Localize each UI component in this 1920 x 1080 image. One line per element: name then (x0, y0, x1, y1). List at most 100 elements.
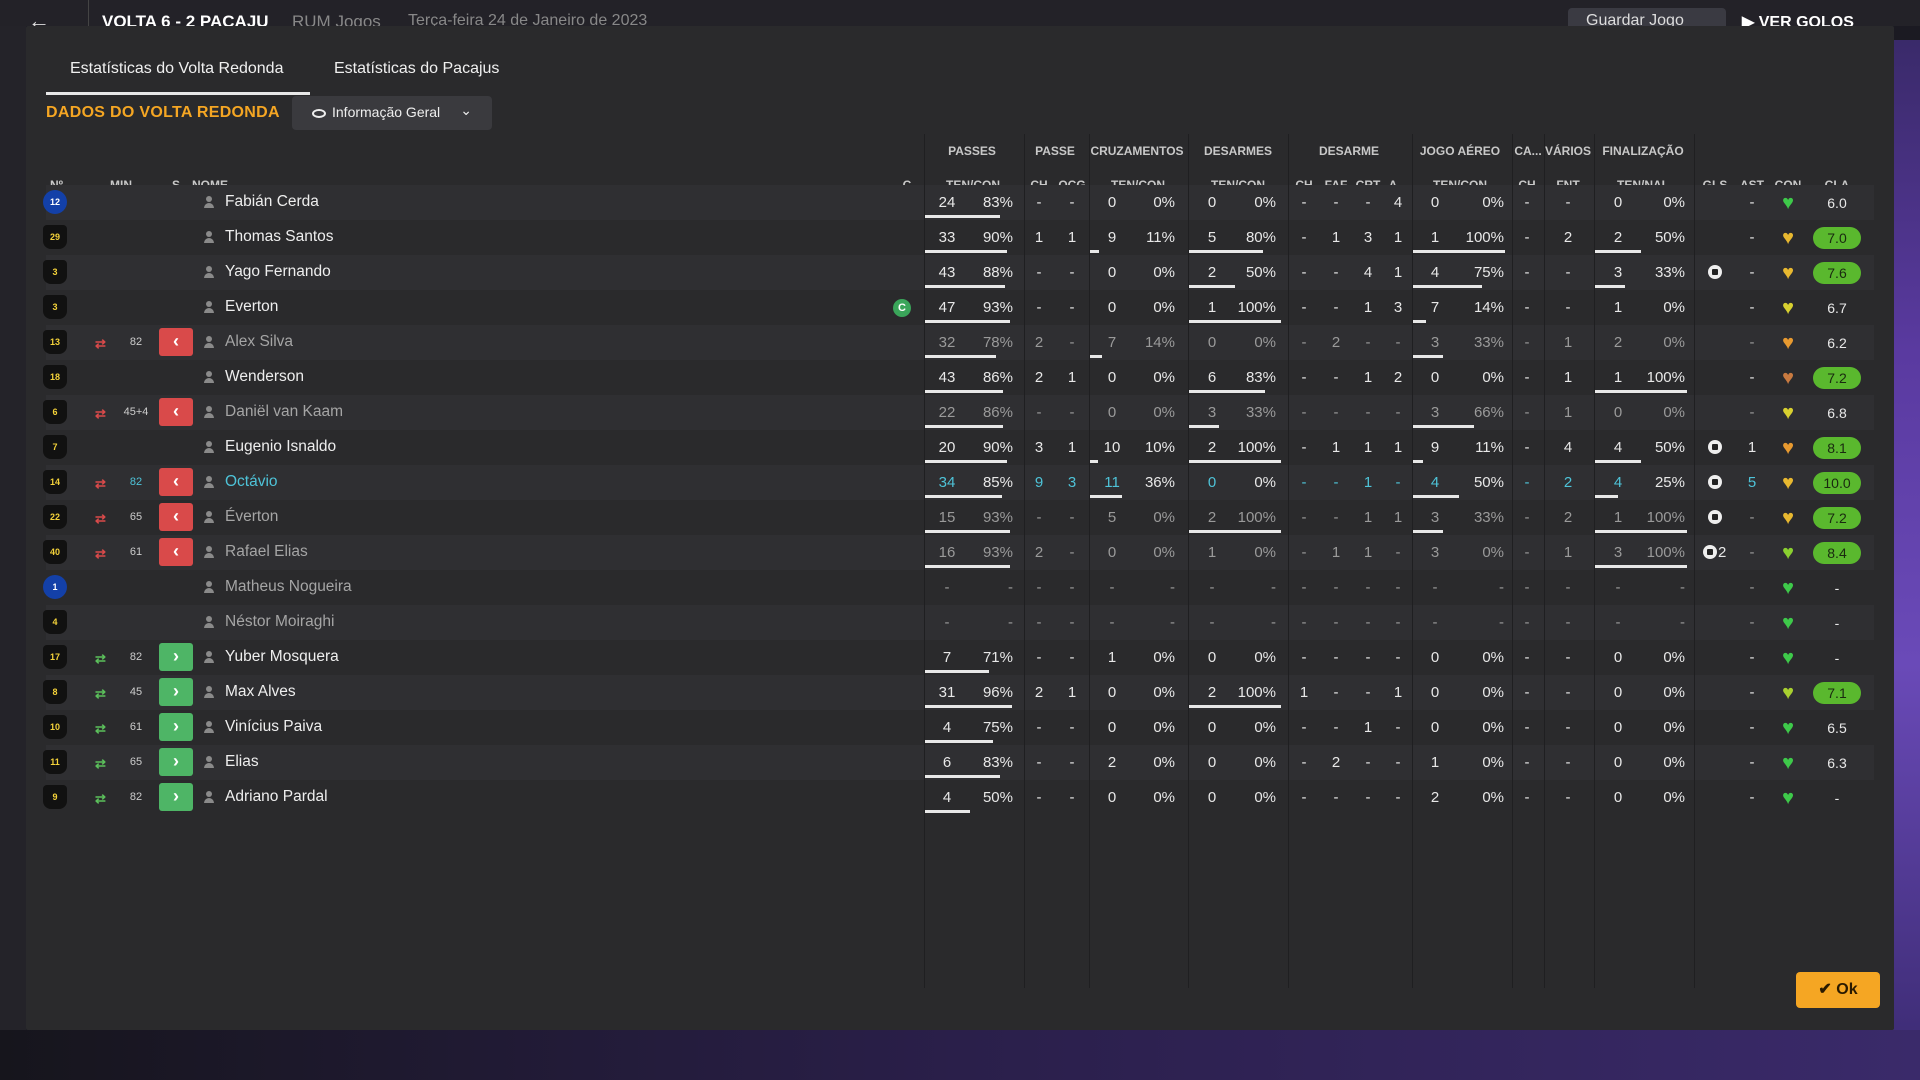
aerial-pct: 50% (1473, 474, 1504, 491)
shots-attempts: 0 (1613, 684, 1623, 701)
player-name[interactable]: Matheus Nogueira (225, 578, 352, 596)
player-name[interactable]: Thomas Santos (225, 228, 334, 246)
crosses-pct: 10% (1144, 439, 1175, 456)
tackles-attempts: - (1209, 579, 1215, 596)
table-row[interactable]: 40 ⇄ 61 ‹ Rafael Elias 16 93% 2 - 0 0% 1 0% - 1 1 - 3 0% - 1… (43, 535, 1874, 570)
aerial-attempts: 0 (1430, 369, 1440, 386)
tackle-faf: - (1333, 684, 1339, 701)
watch-label: VER GOLOS (1758, 14, 1854, 26)
table-row[interactable]: 8 ⇄ 45 › Max Alves 31 96% 2 1 0 0% 2 100% 1- -1 0 0% - -0 0… (43, 675, 1874, 710)
ok-label: Ok (1836, 981, 1858, 998)
player-icon (203, 756, 215, 769)
aerial-attempts: 9 (1430, 439, 1440, 456)
pass-ocg: - (1069, 299, 1075, 316)
tackle-ch: - (1301, 334, 1307, 351)
player-name[interactable]: Néstor Moiraghi (225, 613, 334, 631)
shirt-number-badge: 8 (43, 680, 67, 704)
substitution-arrows-icon: ⇄ (95, 651, 106, 666)
aerial-pct: 14% (1473, 299, 1504, 316)
crosses-pct: 11% (1146, 229, 1175, 246)
player-name[interactable]: Everton (225, 298, 278, 316)
condition-heart-icon: ♥ (1782, 682, 1794, 704)
table-row[interactable]: 9 ⇄ 82 › Adriano Pardal 4 50% - - 0 0% 0 0% - - - - 2 0% - -… (43, 780, 1874, 815)
aerial-attempts: - (1432, 579, 1438, 596)
aerial-pct: 100% (1465, 229, 1504, 246)
ca-ch: - (1524, 649, 1530, 666)
table-row[interactable]: 11 ⇄ 65 › Elias 6 83% - - 2 0% 0 0% - 2 - - 1 0% - - 0 0% - ♥ 6.3 (43, 745, 1874, 780)
assists: - (1749, 194, 1755, 211)
player-name[interactable]: Alex Silva (225, 333, 293, 351)
player-name[interactable]: Elias (225, 753, 259, 771)
shirt-number-badge: 6 (43, 400, 67, 424)
table-row[interactable]: 3 Yago Fernando 43 88% - -0 0% 2 50% - -4 1 4 75% - -3 3… (43, 255, 1874, 290)
tackles-attempts: 2 (1207, 439, 1217, 456)
player-name[interactable]: Eugenio Isnaldo (225, 438, 336, 456)
condition-heart-icon: ♥ (1782, 507, 1794, 529)
watch-goals-button[interactable]: ▶ VER GOLOS (1742, 12, 1854, 26)
passes-pct: 85% (982, 474, 1013, 491)
passes-pct: 50% (982, 789, 1013, 806)
tackle-crt: 3 (1363, 229, 1373, 246)
shots-attempts: 0 (1613, 719, 1623, 736)
player-name[interactable]: Fabián Cerda (225, 193, 319, 211)
shirt-number-badge: 22 (43, 505, 67, 529)
back-arrow-icon[interactable]: ← (28, 8, 50, 26)
table-row[interactable]: 14 ⇄ 82 ‹ Octávio 34 85% 9 3 11 36% 0 0% - - 1 - 4 50% - 2 4 2… (43, 465, 1874, 500)
pass-ch: - (1036, 649, 1042, 666)
player-rating: 8.4 (1813, 542, 1861, 564)
player-name[interactable]: Yago Fernando (225, 263, 331, 281)
player-name[interactable]: Wenderson (225, 368, 304, 386)
tackle-a: 1 (1393, 264, 1403, 281)
tackles-attempts: 0 (1207, 474, 1217, 491)
player-rating: - (1834, 790, 1840, 806)
tab-volta-redonda-stats[interactable]: Estatísticas do Volta Redonda (70, 60, 283, 78)
player-rating: - (1834, 650, 1840, 666)
table-row[interactable]: 3 Everton C 47 93% - - 0 0% 1 100% - - 1 3 7 14% - - 1 0% - ♥ 6… (43, 290, 1874, 325)
table-row[interactable]: 22 ⇄ 65 ‹ Éverton 15 93% - - 5 0% 2 100% - - 1 1 3 33% - 2 1 1… (43, 500, 1874, 535)
player-name[interactable]: Max Alves (225, 683, 296, 701)
table-row[interactable]: 1 Matheus Nogueira - - - - - - - - - - - - - - - - - - - ♥ - (43, 570, 1874, 605)
table-row[interactable]: 7 Eugenio Isnaldo 20 90% 3 1 10 10% 2 100% -1 1 1 9 11… (43, 430, 1874, 465)
tackles-attempts: 0 (1207, 789, 1217, 806)
crosses-pct: 0% (1153, 299, 1175, 316)
passes-attempts: 24 (938, 194, 956, 211)
substituted-off-icon: ‹ (159, 328, 193, 356)
table-row[interactable]: 29 Thomas Santos 33 90% 1 1 9 11% 5 80% - 1 3 1 1 100% -… (43, 220, 1874, 255)
table-row[interactable]: 17 ⇄ 82 › Yuber Mosquera 7 71% - - 1 0% 0 0% - - - - 0 0% -… (43, 640, 1874, 675)
player-icon (203, 581, 215, 594)
table-row[interactable]: 10 ⇄ 61 › Vinícius Paiva 4 75% - - 0 0% 0 0% - - 1 - 0 0% -… (43, 710, 1874, 745)
player-name[interactable]: Daniël van Kaam (225, 403, 343, 421)
save-game-button[interactable]: Guardar Jogo (1568, 8, 1726, 26)
passes-attempts: - (944, 579, 950, 596)
assists: - (1749, 334, 1755, 351)
tab-pacajus-stats[interactable]: Estatísticas do Pacajus (334, 60, 499, 78)
view-selector-dropdown[interactable]: Informação Geral ⌄ (292, 96, 492, 130)
shirt-number-badge: 4 (43, 610, 67, 634)
column-separator (1024, 134, 1025, 988)
shots-attempts: 4 (1613, 439, 1623, 456)
player-name[interactable]: Yuber Mosquera (225, 648, 339, 666)
substituted-on-icon: › (159, 678, 193, 706)
tackle-faf: - (1333, 649, 1339, 666)
table-row[interactable]: 12 Fabián Cerda 24 83% - - 0 0% 0 0% - - - 4 0 0% - - 0 0% -… (43, 185, 1874, 220)
pass-ch: 3 (1034, 439, 1044, 456)
table-row[interactable]: 13 ⇄ 82 ‹ Alex Silva 32 78% 2 - 7 14% 0 0% - 2 - - 3 33% - 1… (43, 325, 1874, 360)
tackles-pct: 83% (1245, 369, 1276, 386)
substituted-off-icon: ‹ (159, 468, 193, 496)
player-name[interactable]: Octávio (225, 473, 278, 491)
player-name[interactable]: Vinícius Paiva (225, 718, 322, 736)
ok-button[interactable]: ✔ Ok (1796, 972, 1880, 1008)
tackle-ch: - (1301, 439, 1307, 456)
player-icon (203, 546, 215, 559)
table-row[interactable]: 18 Wenderson 43 86% 2 1 0 0% 6 83% - -1 2 0 0% -1 1 100% -… (43, 360, 1874, 395)
table-row[interactable]: 6 ⇄ 45+4 ‹ Daniël van Kaam 22 86% - - 0 0% 3 33% - - - -… (43, 395, 1874, 430)
player-name[interactable]: Rafael Elias (225, 543, 308, 561)
player-name[interactable]: Éverton (225, 508, 278, 526)
player-name[interactable]: Adriano Pardal (225, 788, 328, 806)
group-tackle-header: DESARME (1318, 144, 1380, 158)
table-row[interactable]: 4 Néstor Moiraghi - - - - - - - - - - - - - - - - - - - ♥ - (43, 605, 1874, 640)
match-topbar: ← VOLTA 6 - 2 PACAJU RUM Jogos Terça-fei… (0, 0, 1920, 26)
pass-ch: - (1036, 264, 1042, 281)
substituted-off-icon: ‹ (159, 503, 193, 531)
tackles-pct: - (1271, 579, 1276, 596)
